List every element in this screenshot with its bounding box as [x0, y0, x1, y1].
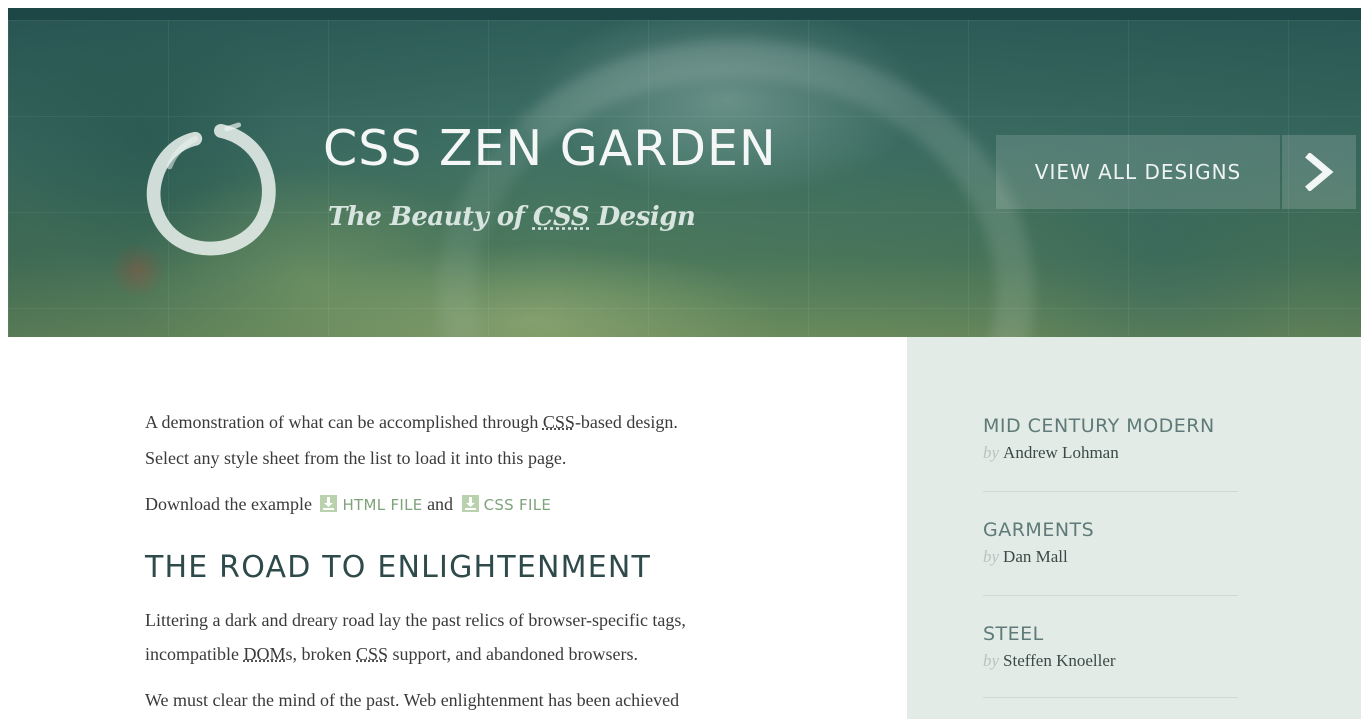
tagline-abbr: CSS — [532, 202, 590, 232]
enso-circle-icon — [146, 122, 276, 256]
html-file-link[interactable]: HTML FILE — [342, 496, 422, 514]
road-line-1: Littering a dark and dreary road lay the… — [145, 610, 686, 630]
by-label: by — [983, 547, 1000, 566]
chevron-right-icon — [1305, 153, 1334, 191]
site-tagline: The Beauty of CSS Design — [328, 202, 696, 232]
css-abbr: CSS — [356, 644, 389, 664]
design-sidebar: MID CENTURY MODERN by Andrew Lohman GARME… — [907, 337, 1361, 719]
css-abbr: CSS — [542, 412, 575, 432]
view-all-designs-button[interactable]: VIEW ALL DESIGNS — [996, 135, 1280, 209]
intro-line-1-suffix: -based design. — [574, 412, 678, 432]
design-author-line: by Andrew Lohman — [983, 443, 1238, 463]
design-author[interactable]: Dan Mall — [1003, 547, 1068, 566]
design-author[interactable]: Andrew Lohman — [1003, 443, 1119, 462]
intro-line-1: A demonstration of what can be accomplis… — [145, 404, 678, 440]
road-heading: THE ROAD TO ENLIGHTENMENT — [145, 550, 652, 585]
intro-line-2: Select any style sheet from the list to … — [145, 448, 567, 468]
intro-line-1-prefix: A demonstration of what can be accomplis… — [145, 412, 543, 432]
design-item[interactable]: MID CENTURY MODERN by Andrew Lohman — [983, 415, 1238, 492]
tagline-suffix: Design — [589, 202, 696, 232]
road-line-2-prefix: incompatible — [145, 644, 244, 664]
road-line-2: incompatible DOMs, broken CSS support, a… — [145, 636, 638, 672]
design-author-line: by Dan Mall — [983, 547, 1238, 567]
road-line-2-mid: s, broken — [285, 644, 356, 664]
design-name[interactable]: MID CENTURY MODERN — [983, 415, 1238, 437]
road-line-3: We must clear the mind of the past. Web … — [145, 690, 680, 710]
download-icon — [320, 495, 338, 512]
design-item[interactable]: GARMENTS by Dan Mall — [983, 519, 1238, 596]
design-item[interactable]: STEEL by Steffen Knoeller — [983, 623, 1238, 698]
top-accent-bar — [8, 8, 1361, 20]
road-line-2-suffix: support, and abandoned browsers. — [388, 644, 638, 664]
dom-abbr: DOM — [243, 644, 286, 664]
site-title: CSS ZEN GARDEN — [323, 120, 777, 177]
next-design-button[interactable] — [1282, 135, 1356, 209]
tagline-prefix: The Beauty of — [328, 202, 533, 232]
download-icon — [461, 495, 479, 512]
design-name[interactable]: GARMENTS — [983, 519, 1238, 541]
by-label: by — [983, 443, 1000, 462]
and-text: and — [427, 494, 454, 514]
by-label: by — [983, 651, 1000, 670]
download-line: Download the example HTML FILE and CSS F… — [145, 486, 551, 523]
download-prefix: Download the example — [145, 494, 312, 514]
css-file-link[interactable]: CSS FILE — [484, 496, 552, 514]
design-name[interactable]: STEEL — [983, 623, 1238, 645]
design-author[interactable]: Steffen Knoeller — [1003, 651, 1116, 670]
design-author-line: by Steffen Knoeller — [983, 651, 1238, 671]
site-header: CSS ZEN GARDEN The Beauty of CSS Design … — [8, 20, 1361, 337]
